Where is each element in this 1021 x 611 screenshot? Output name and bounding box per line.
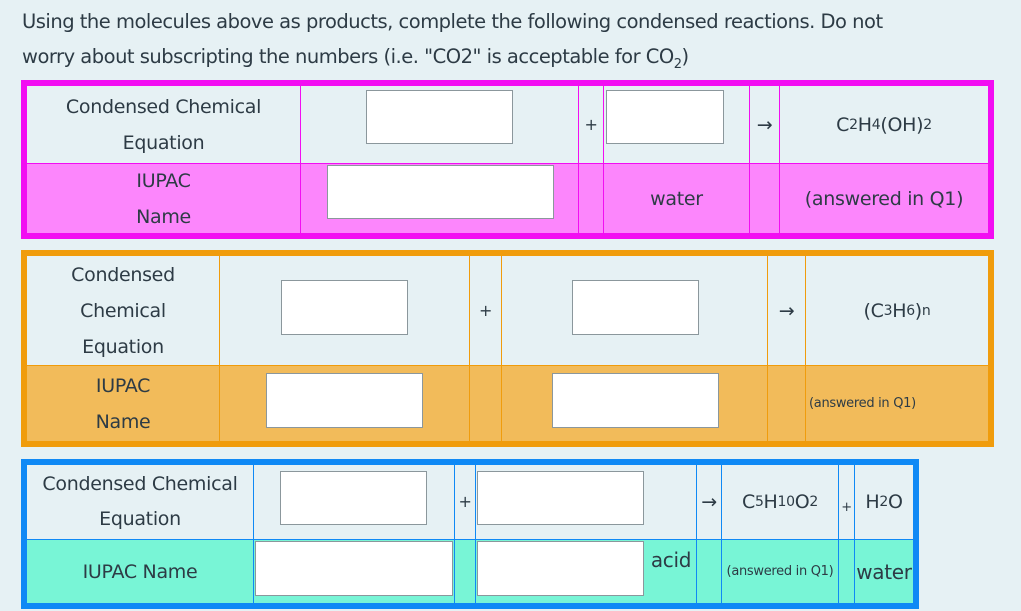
label-line: Name — [136, 205, 191, 228]
label-line: Equation — [82, 335, 164, 358]
condensed-equation-label: Condensed Chemical Equation — [27, 465, 253, 539]
product-formula: C 2 H 4 (OH) 2 — [780, 86, 988, 163]
reactant-1-formula-input[interactable] — [280, 471, 427, 525]
reactant-2-name: water — [650, 187, 703, 210]
plus-sign: + — [478, 300, 493, 320]
reaction-table-2: Condensed Chemical Equation + → (C 3 H 6) n … — [21, 250, 994, 447]
condensed-equation-label: Condensed Chemical Equation — [65, 95, 262, 154]
iupac-name-label: IUPAC Name — [27, 164, 300, 233]
plus-sign-2: + — [841, 500, 852, 515]
product-name: (answered in Q1) — [726, 563, 834, 579]
plus-sign: + — [458, 492, 472, 511]
formula-part: ) — [914, 299, 922, 322]
product-formula: C 5 H 10 O 2 — [722, 465, 838, 539]
column-divider — [501, 256, 502, 441]
instructions-line-2: worry about subscripting the numbers (i.… — [22, 39, 1012, 82]
formula-part: O — [794, 491, 810, 513]
column-divider — [300, 86, 301, 233]
reactant-1-name-input[interactable] — [255, 541, 453, 596]
arrow-icon: → — [701, 491, 717, 513]
formula-part: H — [763, 491, 778, 513]
arrow-icon: → — [756, 113, 773, 136]
product-2-formula: H2O — [855, 465, 913, 539]
reaction-table-1: Condensed Chemical Equation + → C 2 H 4 (OH)… — [21, 80, 994, 239]
formula-part: O — [887, 491, 903, 513]
instructions-line-2-text: worry about subscripting the numbers (i.… — [22, 45, 674, 68]
instructions-subscript: 2 — [673, 56, 682, 72]
label-line: Condensed — [71, 263, 175, 286]
iupac-name-label: IUPAC Name — [27, 366, 219, 441]
formula-part: C — [741, 491, 755, 513]
label-line: IUPAC — [95, 374, 151, 397]
formula-part: (OH) — [880, 113, 924, 136]
label-line: Condensed Chemical — [42, 473, 238, 495]
column-divider — [475, 465, 476, 603]
product-2-name: water — [856, 559, 912, 584]
plus-sign: + — [584, 114, 598, 134]
reactant-1-name-input[interactable] — [266, 373, 423, 428]
instructions-line-1: Using the molecules above as products, c… — [22, 10, 883, 33]
reactant-2-formula-input[interactable] — [572, 280, 699, 335]
reactant-1-name-input[interactable] — [327, 165, 554, 219]
reactant-2-formula-input[interactable] — [477, 471, 644, 525]
iupac-name-label: IUPAC Name — [82, 560, 198, 583]
acid-suffix: acid — [650, 548, 692, 572]
reactant-1-formula-input[interactable] — [366, 90, 513, 144]
label-line: Name — [95, 410, 151, 433]
column-divider — [253, 465, 254, 603]
formula-part: C — [836, 113, 850, 136]
instructions-text: Using the molecules above as products, c… — [22, 4, 1012, 82]
label-line: Equation — [99, 508, 181, 530]
reaction-table-3: Condensed Chemical Equation + → C 5 H 10 O 2 … — [21, 459, 919, 609]
product-formula: (C 3 H 6) n — [806, 256, 988, 365]
label-line: Chemical — [80, 299, 166, 322]
formula-part: H — [865, 491, 880, 513]
reactant-1-formula-input[interactable] — [281, 280, 408, 335]
reactant-2-name-input[interactable] — [552, 373, 719, 428]
arrow-icon: → — [778, 299, 795, 322]
condensed-equation-label: Condensed Chemical Equation — [27, 256, 219, 365]
reactant-2-formula-input[interactable] — [606, 90, 724, 144]
instructions-line-2-end: ) — [681, 45, 690, 68]
product-name: (answered in Q1) — [809, 395, 916, 411]
product-name: (answered in Q1) — [804, 187, 964, 210]
formula-part: H — [857, 113, 872, 136]
reactant-2-name-input[interactable] — [477, 541, 644, 596]
formula-part: H — [892, 299, 907, 322]
label-line: IUPAC — [136, 169, 191, 192]
formula-part: (C — [863, 299, 884, 322]
column-divider — [219, 256, 220, 441]
